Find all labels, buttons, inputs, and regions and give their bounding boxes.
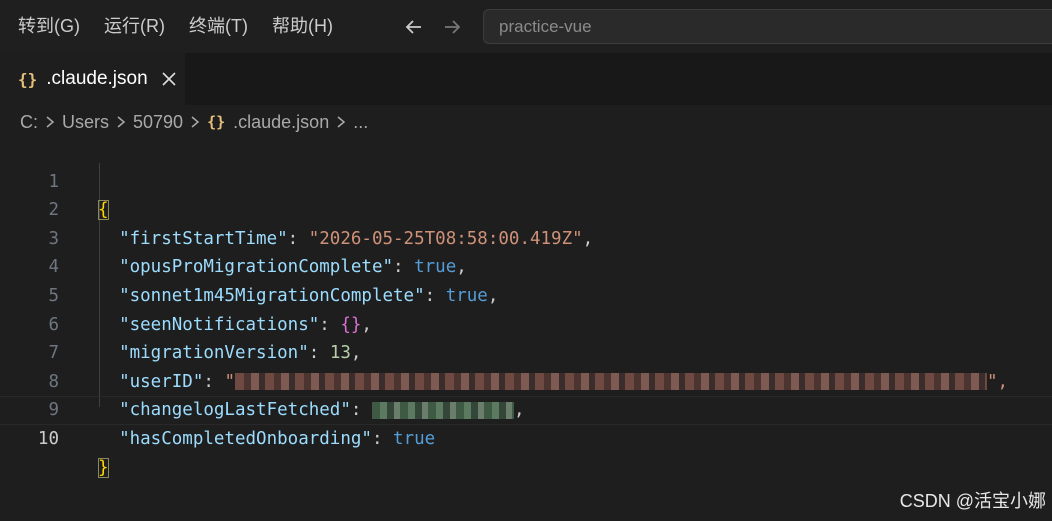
tab-claude-json[interactable]: {} .claude.json (0, 53, 185, 105)
line-number: 10 (37, 428, 59, 449)
breadcrumb-users[interactable]: Users (62, 112, 109, 133)
menu-bar: 转到(G) 运行(R) 终端(T) 帮助(H) (6, 0, 345, 53)
code-line: 1 { (0, 139, 1052, 221)
watermark: CSDN @活宝小娜 (899, 491, 1046, 511)
menu-terminal[interactable]: 终端(T) (177, 0, 260, 53)
menu-goto[interactable]: 转到(G) (6, 0, 92, 53)
breadcrumb-drive[interactable]: C: (20, 112, 38, 133)
command-center-search[interactable]: practice-vue (483, 9, 1052, 44)
chevron-right-icon (44, 115, 56, 129)
json-key: "hasCompletedOnboarding" (119, 428, 372, 449)
title-bar: 转到(G) 运行(R) 终端(T) 帮助(H) practice-vue (0, 0, 1052, 53)
code-line: 3 "opusProMigrationComplete": true, (0, 196, 1052, 278)
code-line: 9 "hasCompletedOnboarding": true (0, 368, 1052, 449)
code-line: 5 "seenNotifications": {}, (0, 253, 1052, 335)
breadcrumb-user-folder[interactable]: 50790 (133, 112, 183, 133)
json-file-icon: {} (18, 69, 38, 89)
chevron-right-icon (335, 115, 347, 129)
code-line: 2 "firstStartTime": "2026-05-25T08:58:00… (0, 168, 1052, 249)
tab-label: .claude.json (46, 68, 148, 89)
forward-button[interactable] (433, 8, 471, 46)
arrow-left-icon (405, 19, 421, 34)
back-button[interactable] (395, 8, 433, 46)
breadcrumb-symbols[interactable]: ... (353, 112, 368, 133)
code-line: 6 "migrationVersion": 13, (0, 282, 1052, 364)
breadcrumb-file[interactable]: .claude.json (233, 112, 329, 133)
code-line-active: 10 } (0, 396, 1052, 478)
json-value: true (393, 428, 436, 449)
code-line: 7 "userID": " ", (0, 311, 1052, 392)
navigation (395, 8, 471, 46)
close-brace: } (98, 457, 109, 478)
chevron-right-icon (115, 115, 127, 129)
search-placeholder: practice-vue (499, 16, 592, 36)
breadcrumb: C: Users 50790 {} .claude.json ... (20, 110, 368, 134)
tab-strip: {} .claude.json (0, 53, 1052, 105)
menu-run[interactable]: 运行(R) (92, 0, 177, 53)
code-line: 8 "changelogLastFetched": , (0, 339, 1052, 421)
arrow-right-icon (444, 19, 461, 34)
code-editor[interactable]: 1 { 2 "firstStartTime": "2026-05-25T08:5… (0, 139, 1052, 478)
close-tab-button[interactable] (158, 68, 180, 90)
code-line: 4 "sonnet1m45MigrationComplete": true, (0, 225, 1052, 306)
menu-help[interactable]: 帮助(H) (260, 0, 345, 53)
json-file-icon: {} (207, 113, 226, 131)
chevron-right-icon (189, 115, 201, 129)
close-icon (162, 72, 176, 86)
